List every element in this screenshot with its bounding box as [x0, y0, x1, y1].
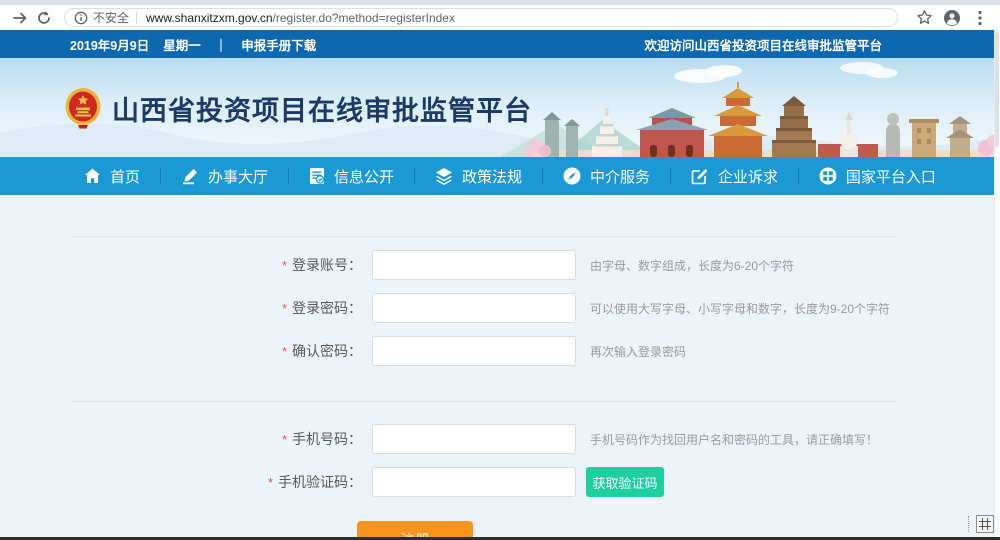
- nav-label: 首页: [110, 166, 140, 187]
- nav-divider: [414, 168, 415, 184]
- forward-icon[interactable]: [8, 7, 32, 29]
- ime-grid-icon[interactable]: [976, 515, 994, 533]
- grid-circle-icon: [819, 167, 837, 185]
- nav-label: 企业诉求: [718, 166, 778, 187]
- url-path: /register.do?method=registerIndex: [273, 11, 455, 25]
- profile-icon[interactable]: [940, 7, 964, 29]
- document-check-icon: [309, 167, 325, 185]
- nav-item-home[interactable]: 首页: [84, 166, 140, 187]
- browser-toolbar: 不安全 www.shanxitzxm.gov.cn/register.do?me…: [0, 5, 1000, 30]
- compass-icon: [563, 167, 581, 185]
- nav-divider: [542, 168, 543, 184]
- required-asterisk: *: [282, 344, 287, 359]
- confirm-password-input[interactable]: [372, 336, 576, 366]
- security-label: 不安全: [93, 9, 129, 26]
- form-divider: [72, 236, 896, 237]
- nav-label: 中介服务: [590, 166, 650, 187]
- form-row-confirm-password: *确认密码： 再次输入登录密码: [70, 336, 686, 366]
- field-hint: 可以使用大写字母、小写字母和数字，长度为9-20个字符: [590, 300, 890, 317]
- nav-label: 办事大厅: [208, 166, 268, 187]
- form-row-sms-code: *手机验证码： 获取验证码: [70, 467, 664, 497]
- nav-label: 国家平台入口: [846, 166, 936, 187]
- required-asterisk: *: [282, 258, 287, 273]
- field-hint: 手机号码作为找回用户名和密码的工具，请正确填写！: [590, 431, 878, 448]
- nav-item-enterprise-appeals[interactable]: 企业诉求: [691, 166, 778, 187]
- home-icon: [84, 168, 101, 184]
- required-asterisk: *: [282, 432, 287, 447]
- welcome-text: 欢迎访问山西省投资项目在线审批监管平台: [644, 35, 882, 54]
- field-label: *手机号码：: [70, 429, 362, 449]
- nav-item-national-platform[interactable]: 国家平台入口: [819, 166, 936, 187]
- omnibox-divider: [136, 12, 137, 24]
- phone-number-input[interactable]: [372, 424, 576, 454]
- nav-item-service-hall[interactable]: 办事大厅: [181, 166, 268, 187]
- site-banner: 山西省投资项目在线审批监管平台: [0, 58, 994, 157]
- date-text: 2019年9月9日: [70, 35, 149, 54]
- field-hint: 由字母、数字组成，长度为6-20个字符: [590, 257, 794, 274]
- required-asterisk: *: [268, 475, 273, 490]
- page-viewport: 2019年9月9日 星期一 ｜ 申报手册下载 欢迎访问山西省投资项目在线审批监管…: [0, 30, 994, 540]
- nav-item-intermediary-services[interactable]: 中介服务: [563, 166, 650, 187]
- info-icon[interactable]: [74, 11, 88, 25]
- required-asterisk: *: [282, 301, 287, 316]
- form-row-login-account: *登录账号： 由字母、数字组成，长度为6-20个字符: [70, 250, 794, 280]
- url-text: www.shanxitzxm.gov.cn/register.do?method…: [146, 11, 455, 25]
- login-password-input[interactable]: [372, 293, 576, 323]
- scrollbar-thumb[interactable]: [995, 32, 999, 147]
- pen-icon: [181, 167, 199, 185]
- form-row-phone-number: *手机号码： 手机号码作为找回用户名和密码的工具，请正确填写！: [70, 424, 878, 454]
- nav-divider: [288, 168, 289, 184]
- login-account-input[interactable]: [372, 250, 576, 280]
- nav-divider: [670, 168, 671, 184]
- page-scrollbar[interactable]: [994, 30, 1000, 540]
- weekday-text: 星期一: [163, 35, 201, 54]
- form-divider: [72, 401, 896, 402]
- nav-divider: [160, 168, 161, 184]
- manual-download-link[interactable]: 申报手册下载: [241, 35, 316, 54]
- nav-item-info-disclosure[interactable]: 信息公开: [309, 166, 394, 187]
- topbar-separator: ｜: [215, 35, 228, 54]
- field-label: *确认密码：: [70, 341, 362, 361]
- field-label: *手机验证码：: [70, 472, 362, 492]
- register-form: *登录账号： 由字母、数字组成，长度为6-20个字符 *登录密码： 可以使用大写…: [0, 195, 994, 540]
- reload-icon[interactable]: [32, 7, 56, 29]
- get-code-button[interactable]: 获取验证码: [586, 467, 664, 497]
- form-row-login-password: *登录密码： 可以使用大写字母、小写字母和数字，长度为9-20个字符: [70, 293, 890, 323]
- national-emblem-logo: [64, 87, 102, 129]
- main-nav: 首页 办事大厅 信息公开 政策法规 中介服务 企业诉求 国家平台: [0, 157, 994, 195]
- edit-square-icon: [691, 167, 709, 185]
- layers-icon: [435, 168, 453, 185]
- nav-divider: [798, 168, 799, 184]
- ime-indicator[interactable]: [968, 515, 994, 533]
- ime-drag-handle[interactable]: [968, 516, 973, 532]
- menu-dots-icon[interactable]: [968, 7, 992, 29]
- url-domain: www.shanxitzxm.gov.cn: [146, 11, 273, 25]
- sms-code-input[interactable]: [372, 467, 576, 497]
- field-hint: 再次输入登录密码: [590, 343, 686, 360]
- field-label: *登录密码：: [70, 298, 362, 318]
- nav-label: 政策法规: [462, 166, 522, 187]
- top-info-bar: 2019年9月9日 星期一 ｜ 申报手册下载 欢迎访问山西省投资项目在线审批监管…: [0, 30, 994, 58]
- field-label: *登录账号：: [70, 255, 362, 275]
- page-title: 山西省投资项目在线审批监管平台: [112, 89, 532, 128]
- bookmark-star-icon[interactable]: [912, 7, 936, 29]
- url-bar[interactable]: 不安全 www.shanxitzxm.gov.cn/register.do?me…: [64, 8, 898, 27]
- nav-label: 信息公开: [334, 166, 394, 187]
- nav-item-policies[interactable]: 政策法规: [435, 166, 522, 187]
